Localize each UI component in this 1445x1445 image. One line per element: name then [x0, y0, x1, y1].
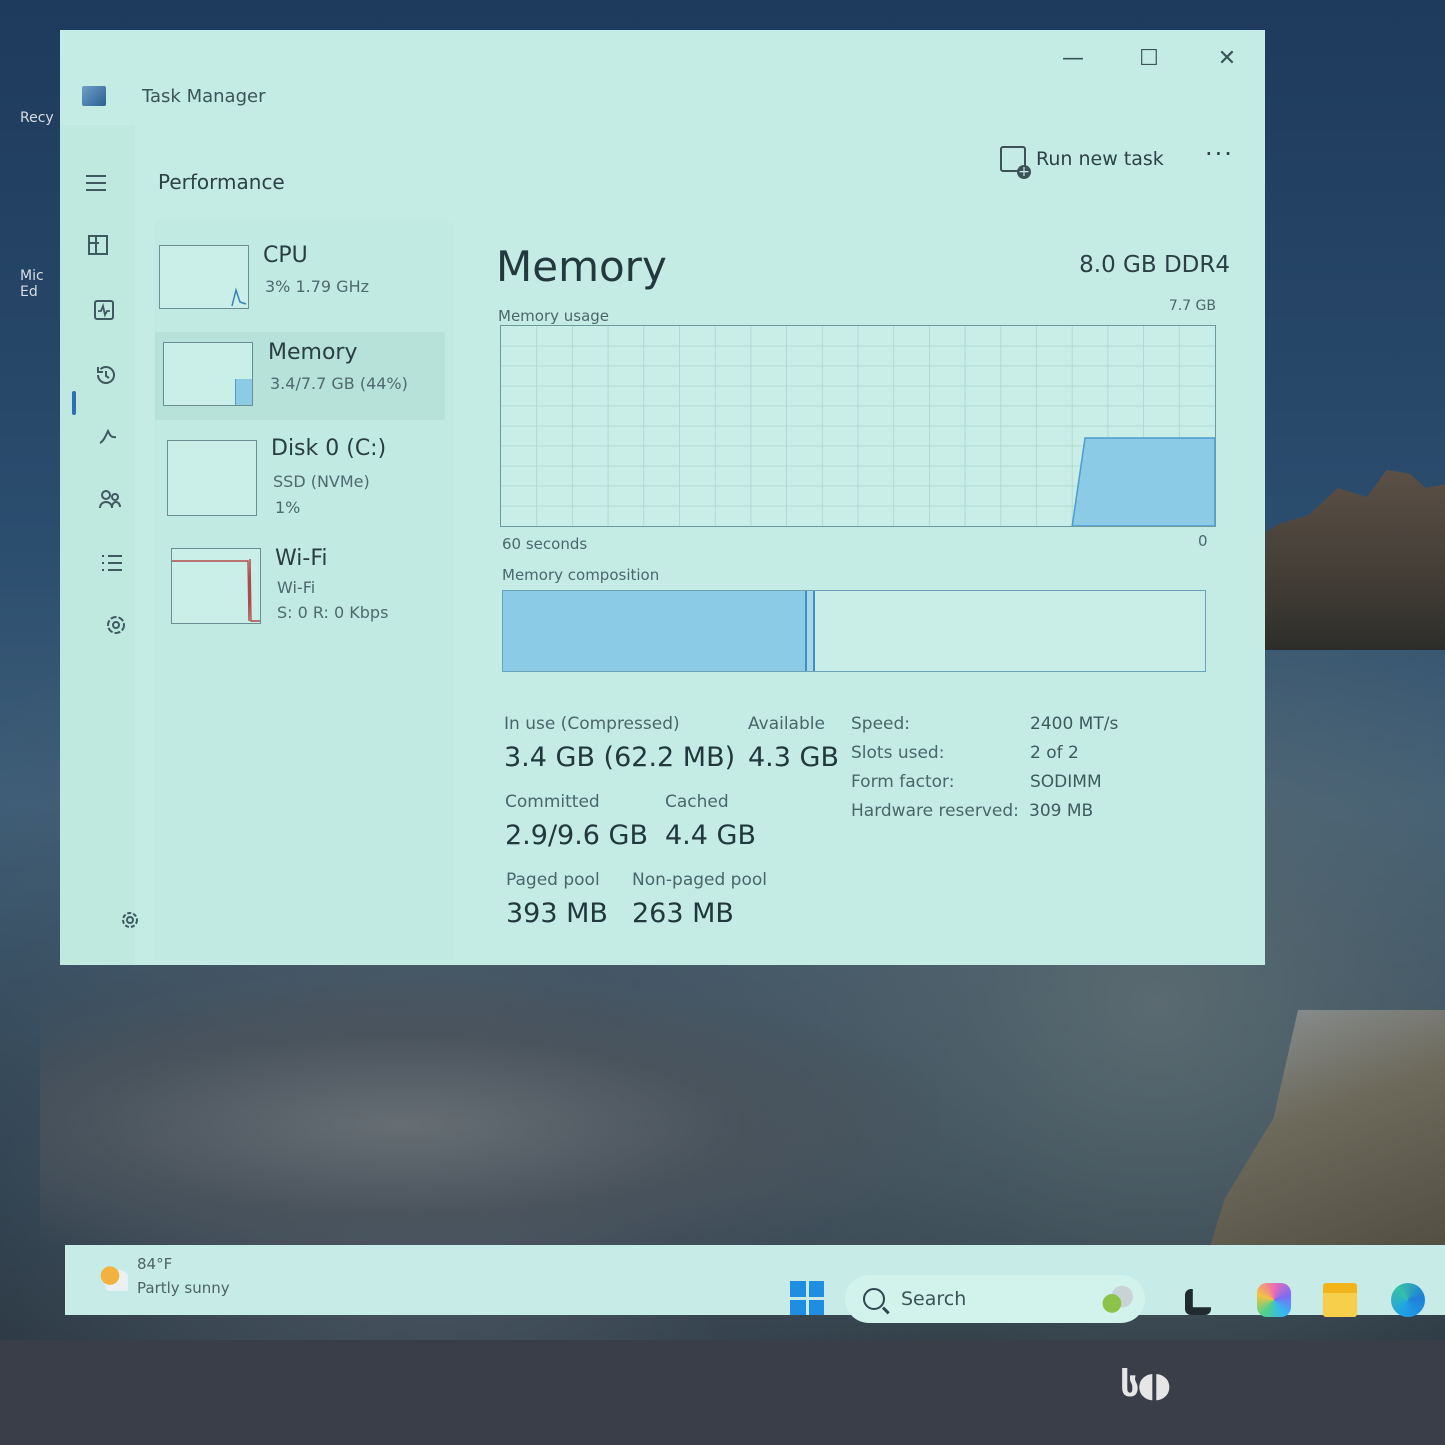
non-paged-pool-label: Non-paged pool [632, 870, 767, 890]
tile-detail: 1% [275, 498, 301, 517]
widgets-icon[interactable] [1100, 1283, 1134, 1317]
users-icon[interactable] [90, 479, 130, 519]
edge-icon[interactable] [1391, 1283, 1425, 1317]
desktop-icon-label: Mic Ed [20, 268, 44, 300]
taskbar: 84°F Partly sunny Search [65, 1245, 1445, 1323]
speed-label: Speed: [851, 714, 911, 734]
details-icon[interactable] [92, 543, 132, 583]
memory-usage-max: 7.7 GB [1168, 298, 1216, 314]
cached-label: Cached [665, 792, 729, 812]
task-manager-icon [82, 86, 106, 106]
slots-used-value: 2 of 2 [1030, 743, 1079, 763]
nav-selection-indicator [72, 391, 76, 415]
performance-sidebar: CPU 3% 1.79 GHz Memory 3.4/7.7 GB (44%) … [155, 220, 455, 960]
committed-label: Committed [505, 792, 600, 812]
search-label: Search [901, 1288, 967, 1310]
available-label: Available [748, 714, 825, 734]
desktop-icon-label: Recy [20, 110, 54, 126]
memory-title: Memory [496, 242, 667, 291]
form-factor-label: Form factor: [851, 772, 955, 792]
copilot-icon[interactable] [1257, 1283, 1291, 1317]
hardware-reserved-value: 309 MB [1029, 801, 1094, 821]
memory-usage-chart [501, 326, 1215, 526]
title-bar[interactable]: Task Manager — ☐ ✕ [60, 30, 1265, 125]
memory-usage-graph [500, 325, 1216, 527]
in-use-label: In use (Compressed) [504, 714, 680, 734]
memory-composition-label: Memory composition [502, 566, 660, 584]
sidebar-item-disk[interactable]: Disk 0 (C:) SSD (NVMe) 1% [155, 428, 445, 517]
available-value: 4.3 GB [748, 742, 839, 773]
committed-value: 2.9/9.6 GB [505, 820, 649, 851]
memory-usage-area [1071, 437, 1215, 526]
tile-detail: 3% 1.79 GHz [265, 277, 370, 296]
tile-detail: 3.4/7.7 GB (44%) [270, 374, 408, 393]
in-use-value: 3.4 GB (62.2 MB) [504, 742, 736, 773]
run-new-task-label: Run new task [1036, 148, 1164, 170]
task-view-icon[interactable] [1185, 1289, 1211, 1315]
slots-used-label: Slots used: [851, 743, 945, 763]
wifi-thumbnail [171, 548, 261, 624]
window-title: Task Manager [142, 86, 266, 107]
disk-thumbnail [167, 440, 257, 516]
memory-thumbnail-fill [235, 379, 252, 405]
zero-axis-label: 0 [1198, 532, 1208, 550]
windows-start-icon[interactable] [790, 1281, 824, 1315]
wallpaper-rock [1200, 1010, 1445, 1280]
edge-desktop-icon[interactable]: Mic Ed [20, 268, 60, 300]
time-axis-label: 60 seconds [502, 535, 588, 553]
sidebar-item-wifi[interactable]: Wi-Fi Wi-Fi S: 0 R: 0 Kbps [155, 538, 445, 626]
memory-panel: Memory 8.0 GB DDR4 Memory usage 7.7 GB 6… [490, 230, 1230, 950]
cpu-thumbnail [159, 245, 249, 309]
wallpaper-shore [40, 980, 940, 1270]
navigation-rail [60, 125, 138, 965]
weather-description[interactable]: Partly sunny [137, 1279, 230, 1297]
hardware-reserved-label: Hardware reserved: [851, 801, 1019, 821]
run-new-task-button[interactable]: Run new task [1000, 146, 1164, 179]
memory-composition-bar [502, 590, 1206, 672]
page-title: Performance [158, 170, 285, 194]
app-history-icon[interactable] [86, 355, 126, 395]
minimize-button[interactable]: — [1050, 40, 1096, 76]
sidebar-item-memory[interactable]: Memory 3.4/7.7 GB (44%) [155, 332, 445, 420]
tile-detail: Wi-Fi [277, 578, 316, 597]
paged-pool-label: Paged pool [506, 870, 600, 890]
tile-name: Memory [268, 340, 358, 365]
run-task-icon [1000, 146, 1031, 179]
weather-temperature[interactable]: 84°F [137, 1255, 172, 1273]
tile-detail: S: 0 R: 0 Kbps [277, 603, 389, 622]
file-explorer-icon[interactable] [1323, 1283, 1357, 1317]
task-manager-window: Task Manager — ☐ ✕ Performance + Run new… [60, 30, 1265, 965]
paged-pool-value: 393 MB [506, 898, 608, 929]
maximize-button[interactable]: ☐ [1126, 40, 1172, 76]
wallpaper-castle [1250, 470, 1445, 650]
tile-detail: SSD (NVMe) [273, 472, 370, 491]
close-button[interactable]: ✕ [1204, 40, 1250, 76]
tile-name: Disk 0 (C:) [271, 436, 387, 461]
search-icon [863, 1288, 885, 1310]
composition-modified [804, 591, 816, 671]
performance-icon[interactable] [84, 290, 124, 330]
speed-value: 2400 MT/s [1030, 714, 1119, 734]
composition-in-use [503, 591, 805, 671]
tile-name: CPU [263, 243, 308, 268]
laptop-brand-logo: ს◖◗ [1120, 1365, 1171, 1405]
startup-apps-icon[interactable] [88, 417, 128, 457]
settings-icon[interactable] [110, 900, 150, 940]
memory-thumbnail [163, 342, 253, 406]
non-paged-pool-value: 263 MB [632, 898, 734, 929]
sidebar-item-cpu[interactable]: CPU 3% 1.79 GHz [155, 235, 445, 323]
processes-icon[interactable] [78, 225, 118, 265]
tile-name: Wi-Fi [275, 546, 328, 571]
cached-value: 4.4 GB [665, 820, 756, 851]
hamburger-icon[interactable] [76, 163, 116, 203]
partly-sunny-icon[interactable] [98, 1263, 128, 1291]
memory-spec: 8.0 GB DDR4 [1079, 252, 1230, 278]
form-factor-value: SODIMM [1030, 772, 1102, 792]
services-icon[interactable] [96, 605, 136, 645]
memory-usage-label: Memory usage [498, 307, 610, 325]
recycle-bin-icon[interactable]: Recy [20, 110, 60, 126]
more-options-button[interactable]: ··· [1205, 140, 1234, 168]
